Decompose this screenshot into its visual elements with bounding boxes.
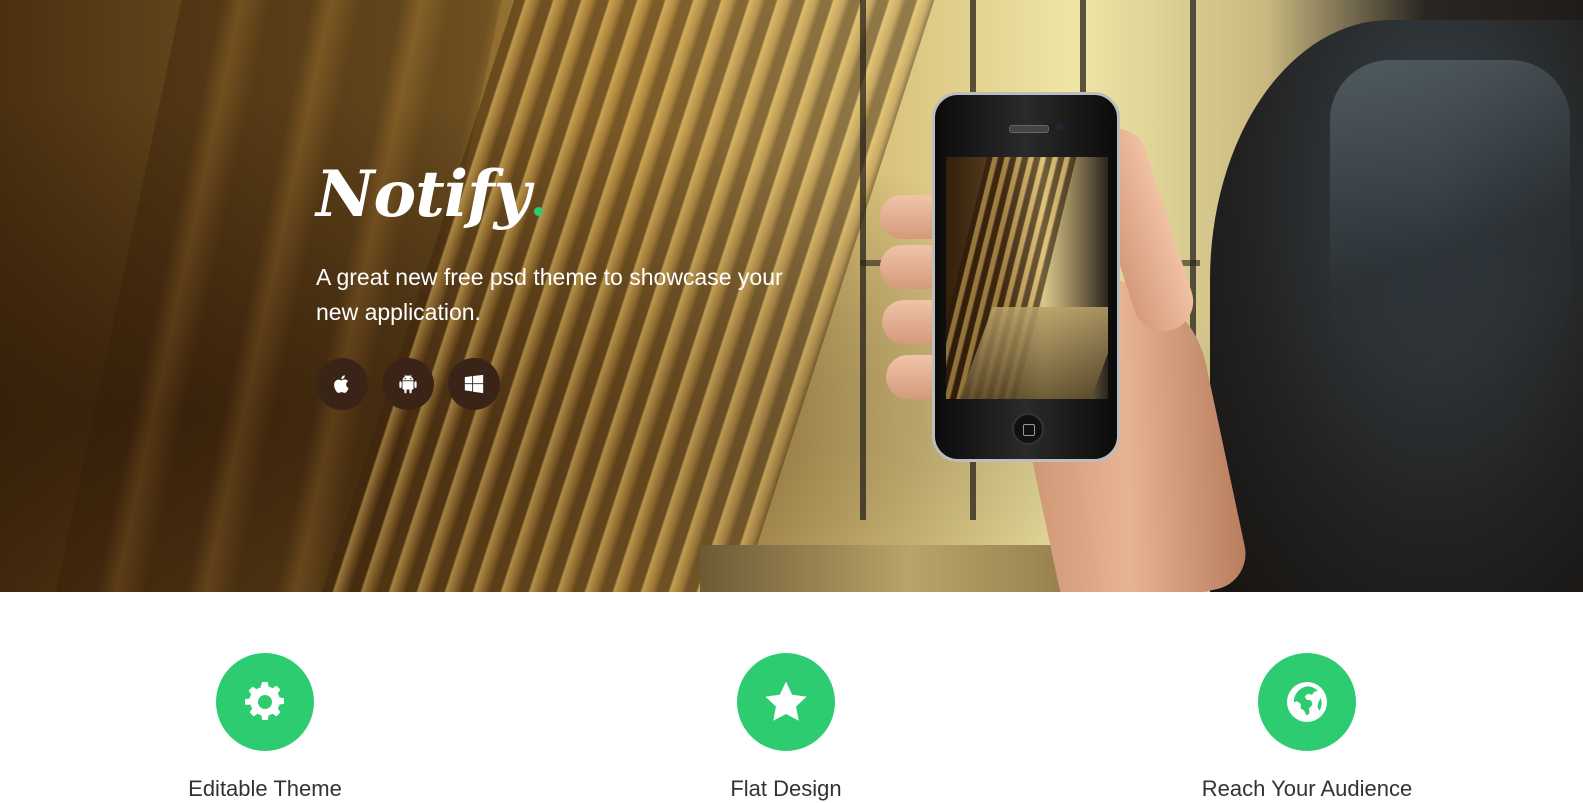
features-section: Editable Theme Flat Design Reach Your Au… <box>0 592 1583 801</box>
windows-store-button[interactable] <box>448 358 500 410</box>
android-icon <box>399 374 417 394</box>
phone-camera <box>1055 123 1063 131</box>
brand-logo-text: Notify <box>316 157 531 232</box>
hero-section: Notify A great new free psd theme to sho… <box>0 0 1583 592</box>
feature-title: Flat Design <box>730 776 842 801</box>
hero-tagline: A great new free psd theme to showcase y… <box>316 264 783 325</box>
apple-store-button[interactable] <box>316 358 368 410</box>
globe-icon <box>1287 682 1327 722</box>
phone-speaker <box>1009 125 1049 133</box>
feature-icon-circle <box>216 653 314 751</box>
feature-editable-theme: Editable Theme <box>135 653 395 803</box>
gear-icon <box>245 682 284 720</box>
phone-screen <box>946 157 1108 399</box>
feature-reach-audience: Reach Your Audience <box>1177 653 1437 803</box>
platform-buttons <box>316 358 836 410</box>
windows-icon <box>464 374 484 394</box>
android-store-button[interactable] <box>382 358 434 410</box>
phone-home-button <box>1012 413 1044 445</box>
brand-logo[interactable]: Notify <box>316 150 543 240</box>
feature-icon-circle <box>1258 653 1356 751</box>
star-icon <box>765 681 807 721</box>
feature-icon-circle <box>737 653 835 751</box>
apple-icon <box>334 375 349 393</box>
phone-mockup <box>932 92 1120 462</box>
feature-title: Reach Your Audience <box>1201 776 1413 801</box>
brand-logo-dot <box>533 207 543 216</box>
feature-flat-design: Flat Design <box>656 653 916 803</box>
hero-content: Notify A great new free psd theme to sho… <box>316 150 836 410</box>
feature-title: Editable Theme <box>188 776 342 801</box>
background-chair-highlight <box>1330 60 1570 360</box>
